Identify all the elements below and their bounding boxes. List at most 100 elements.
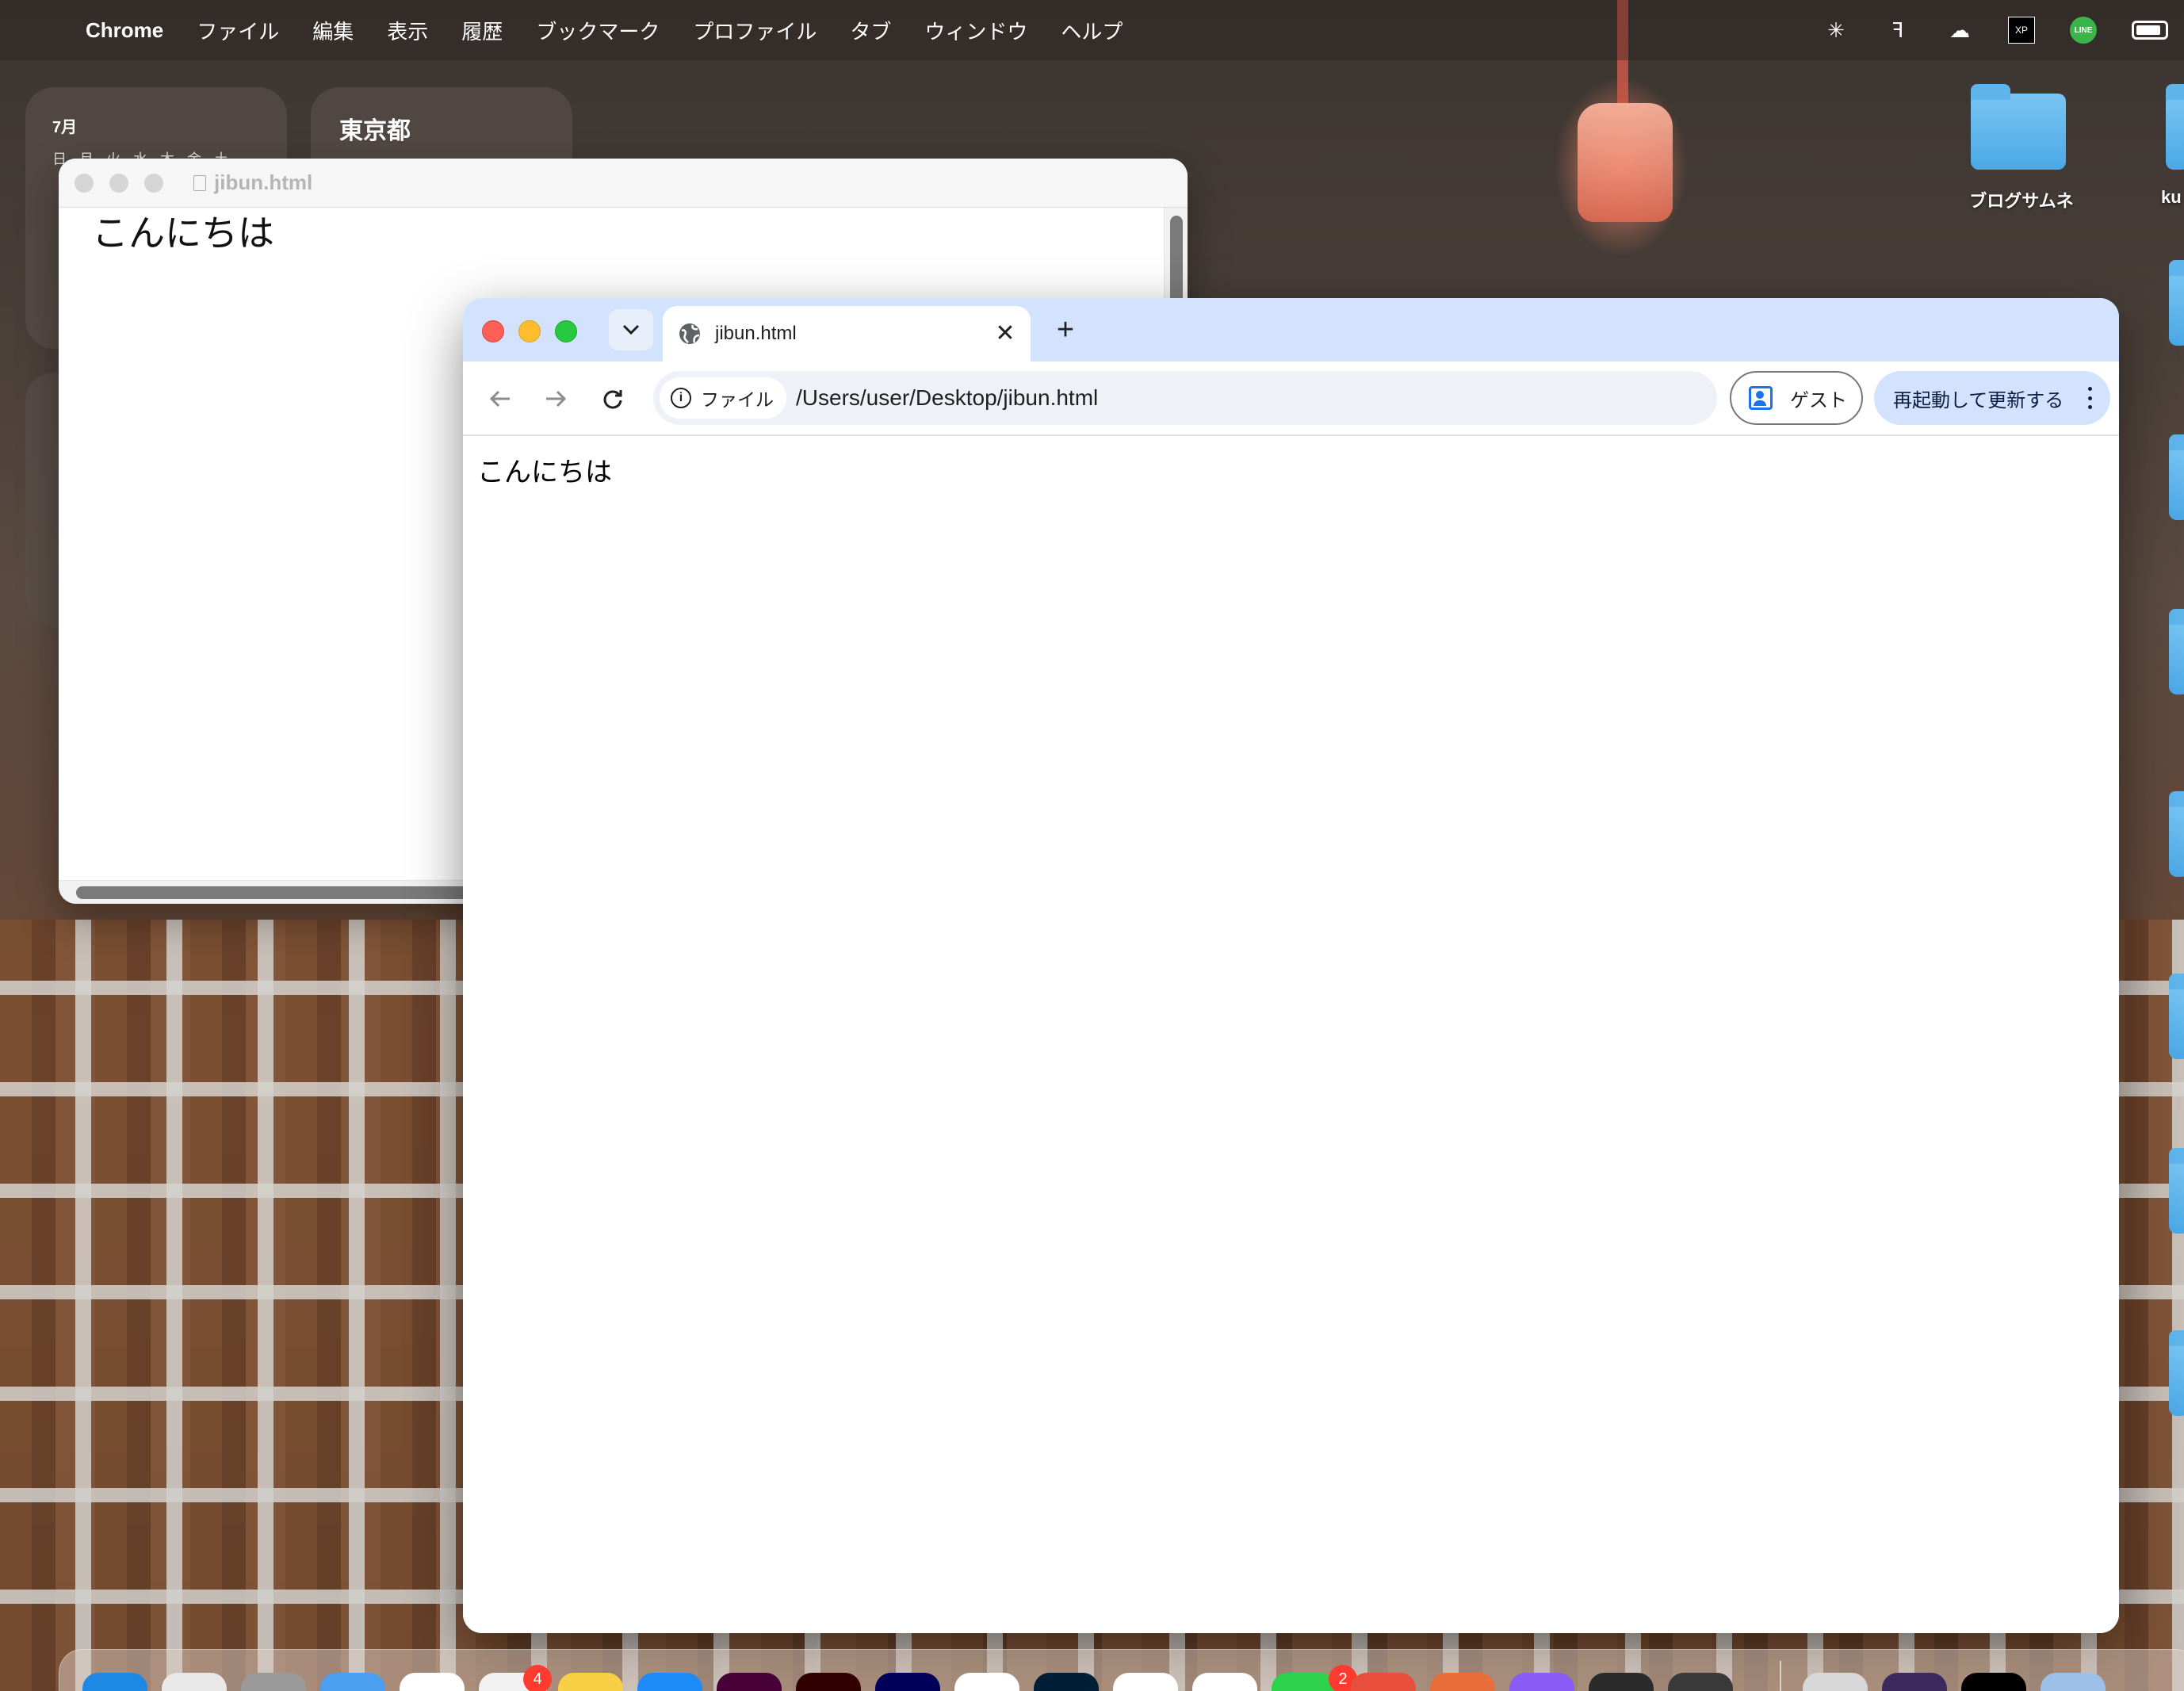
menu-app-name[interactable]: Chrome: [86, 18, 163, 43]
cloud-sync-icon[interactable]: ☁: [1946, 17, 1973, 44]
chevron-down-icon: [622, 324, 640, 335]
tab-strip: jibun.html ✕ +: [463, 298, 2119, 362]
toolbar: i ファイル /Users/user/Desktop/jibun.html ゲス…: [463, 362, 2119, 436]
url-text[interactable]: /Users/user/Desktop/jibun.html: [796, 385, 1098, 411]
relaunch-update-button[interactable]: 再起動して更新する: [1874, 371, 2110, 425]
photoshop-icon[interactable]: [1034, 1673, 1099, 1691]
status-tray: ✳ ꟻ ☁ XP LINE: [1823, 0, 2168, 60]
bg-window-titlebar[interactable]: jibun.html: [59, 159, 1188, 208]
back-button[interactable]: [482, 381, 518, 417]
arrow-left-icon: [489, 390, 510, 407]
address-bar[interactable]: i ファイル /Users/user/Desktop/jibun.html: [653, 371, 1717, 425]
new-tab-button[interactable]: +: [1048, 312, 1083, 347]
tab-title: jibun.html: [715, 323, 797, 344]
launchpad-icon[interactable]: [162, 1673, 227, 1691]
close-icon[interactable]: ✕: [994, 320, 1016, 346]
folder-icon[interactable]: [2166, 84, 2184, 170]
folder-label[interactable]: ku: [2161, 187, 2184, 208]
app-store-icon[interactable]: [637, 1673, 702, 1691]
page-text: こんにちは: [477, 457, 612, 488]
menu-file[interactable]: ファイル: [197, 16, 279, 45]
folder-icon[interactable]: [2169, 1330, 2184, 1416]
settings-icon[interactable]: [241, 1673, 306, 1691]
menu-bar: Chrome ファイル 編集 表示 履歴 ブックマーク プロファイル タブ ウィ…: [0, 0, 2184, 60]
folder-label[interactable]: ブログサムネ: [1942, 187, 2101, 212]
app-purple-icon[interactable]: [1509, 1673, 1574, 1691]
app-blue-icon[interactable]: [2041, 1673, 2106, 1691]
illustrator-icon[interactable]: [796, 1673, 861, 1691]
mail-icon[interactable]: [320, 1673, 385, 1691]
bg-close-button[interactable]: [75, 173, 94, 193]
battery-icon[interactable]: [2132, 21, 2168, 40]
info-icon: i: [671, 388, 691, 408]
arrow-right-icon: [546, 390, 567, 407]
guest-profile-icon: [1749, 386, 1773, 410]
app-gradient-icon[interactable]: [1668, 1673, 1733, 1691]
bg-maximize-button[interactable]: [144, 173, 163, 193]
bg-minimize-button[interactable]: [109, 173, 128, 193]
menu-help[interactable]: ヘルプ: [1061, 16, 1123, 45]
menu-profiles[interactable]: プロファイル: [693, 16, 817, 45]
menu-edit[interactable]: 編集: [312, 16, 354, 45]
menu-window[interactable]: ウィンドウ: [924, 16, 1027, 45]
sparkle-icon[interactable]: ✳: [1823, 17, 1849, 44]
tab-search-button[interactable]: [609, 309, 653, 350]
page-content: こんにちは: [463, 436, 2119, 1633]
forward-button[interactable]: [537, 381, 574, 417]
line-icon[interactable]: LINE: [2070, 17, 2097, 44]
bg-window-content: こんにちは: [92, 212, 274, 254]
site-info-chip[interactable]: i ファイル: [660, 377, 786, 419]
menu-bookmarks[interactable]: ブックマーク: [536, 16, 660, 45]
menu-tab[interactable]: タブ: [850, 16, 891, 45]
minimize-button[interactable]: [518, 320, 541, 342]
chatgpt-icon[interactable]: [400, 1673, 465, 1691]
vscode-icon[interactable]: [1113, 1673, 1178, 1691]
adobe-xd-icon[interactable]: [717, 1673, 782, 1691]
guest-profile-button[interactable]: ゲスト: [1730, 371, 1863, 425]
claude-icon[interactable]: [1430, 1673, 1495, 1691]
finder-icon[interactable]: [82, 1673, 147, 1691]
app-red-icon[interactable]: [1351, 1673, 1416, 1691]
dock-divider: [1780, 1661, 1781, 1691]
xp-pen-icon[interactable]: XP: [2008, 17, 2035, 44]
wallpaper-lantern: [1578, 103, 1673, 222]
folder-icon[interactable]: [1971, 84, 2066, 170]
site-chip-label: ファイル: [701, 389, 774, 410]
weather-city: 東京都: [339, 118, 411, 144]
document-icon: [193, 174, 206, 191]
folder-icon[interactable]: [2169, 260, 2184, 346]
bg-window-title: jibun.html: [193, 170, 312, 195]
app-dark-icon[interactable]: [1882, 1673, 1947, 1691]
folder-icon[interactable]: [2169, 974, 2184, 1059]
chrome-window: jibun.html ✕ + i ファイル /Users/user/Deskto…: [463, 298, 2119, 1633]
messages-icon[interactable]: [1272, 1673, 1337, 1691]
reload-button[interactable]: [595, 381, 631, 417]
preview-icon[interactable]: [1803, 1673, 1868, 1691]
maximize-button[interactable]: [555, 320, 577, 342]
figma-icon[interactable]: ꟻ: [1884, 17, 1911, 44]
chrome-dock-icon[interactable]: [954, 1673, 1019, 1691]
calendar-month: 7月: [52, 119, 78, 136]
menu-history[interactable]: 履歴: [461, 16, 503, 45]
scroll-thumb[interactable]: [76, 886, 520, 899]
tab-active[interactable]: jibun.html ✕: [663, 306, 1031, 362]
slack-icon[interactable]: [1192, 1673, 1257, 1691]
reload-icon: [603, 390, 622, 409]
notification-badge: 4: [523, 1665, 552, 1691]
folder-icon[interactable]: [2169, 791, 2184, 877]
relaunch-label: 再起動して更新する: [1893, 389, 2064, 411]
xp-pen-dock-icon[interactable]: [1961, 1673, 2026, 1691]
premiere-icon[interactable]: [875, 1673, 940, 1691]
guest-label: ゲスト: [1790, 389, 1847, 411]
more-menu-icon[interactable]: [2086, 387, 2093, 409]
globe-icon: [679, 323, 700, 344]
folder-icon[interactable]: [2169, 1148, 2184, 1234]
folder-icon[interactable]: [2169, 434, 2184, 520]
scroll-thumb[interactable]: [1170, 216, 1183, 311]
notes-icon[interactable]: [558, 1673, 623, 1691]
bg-window-title-text: jibun.html: [214, 170, 313, 194]
close-button[interactable]: [482, 320, 504, 342]
figma-dock-icon[interactable]: [1589, 1673, 1654, 1691]
menu-view[interactable]: 表示: [387, 16, 428, 45]
folder-icon[interactable]: [2169, 609, 2184, 694]
